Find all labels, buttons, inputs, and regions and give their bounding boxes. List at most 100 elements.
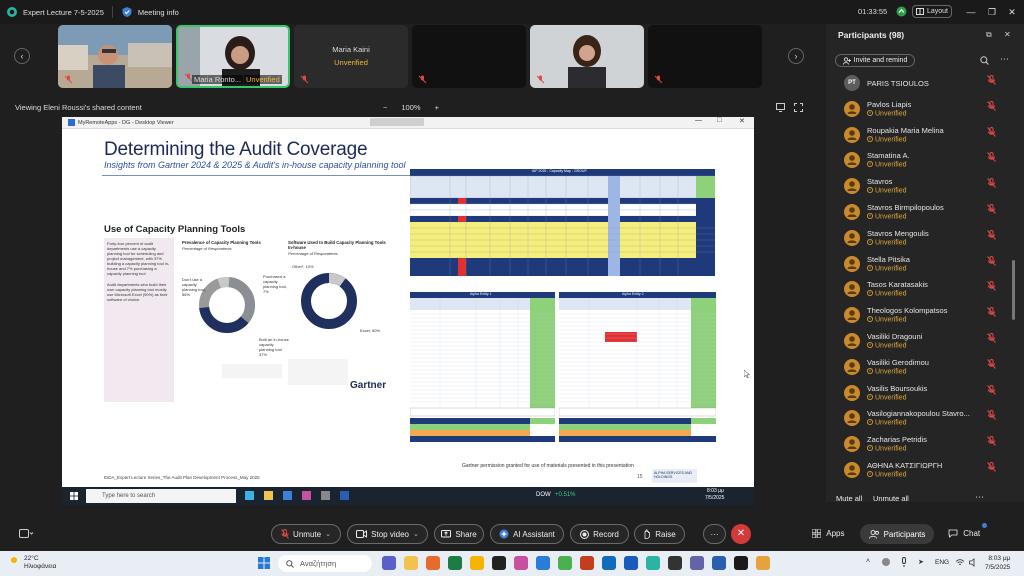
taskbar-clock[interactable]: 8:03 μμ 7/5/2025 xyxy=(985,554,1010,572)
taskbar-search-box[interactable]: Αναζήτηση xyxy=(278,555,372,572)
participant-row[interactable]: Stella Pitsika Unverified xyxy=(836,253,1018,277)
connection-icon[interactable] xyxy=(896,6,907,17)
participant-scrollbar[interactable] xyxy=(1012,260,1015,320)
shield-check-icon[interactable] xyxy=(121,6,133,18)
stop-video-button[interactable]: Stop video ⌄ xyxy=(347,524,428,544)
chevron-down-icon[interactable]: ⌄ xyxy=(325,530,331,538)
mic-muted-icon[interactable] xyxy=(987,178,996,189)
participant-row[interactable]: Stamatina A. Unverified xyxy=(836,149,1018,173)
remote-app-mail-icon[interactable] xyxy=(283,491,292,500)
remote-app-folder-icon[interactable] xyxy=(264,491,273,500)
tray-location-icon[interactable]: ➤ xyxy=(918,558,924,566)
language-indicator[interactable]: ENG xyxy=(935,559,949,566)
word-icon[interactable] xyxy=(624,556,638,570)
powerpoint-icon[interactable] xyxy=(580,556,594,570)
teams-icon[interactable] xyxy=(690,556,704,570)
unmute-button[interactable]: Unmute ⌄ xyxy=(271,524,341,544)
wifi-icon[interactable] xyxy=(955,558,965,567)
participant-row[interactable]: PT PARIS TSIOULOS xyxy=(836,72,1018,96)
panel-close-icon[interactable]: ✕ xyxy=(1004,30,1014,40)
video-tile-3[interactable]: Maria Kaini Unverified xyxy=(294,25,408,88)
webex-taskbar-icon[interactable] xyxy=(646,556,660,570)
chrome-icon[interactable] xyxy=(558,556,572,570)
app-icon-2[interactable] xyxy=(756,556,770,570)
figma-icon[interactable] xyxy=(514,556,528,570)
app-icon[interactable] xyxy=(668,556,682,570)
remote-start-icon[interactable] xyxy=(70,492,78,500)
windows-start-icon[interactable] xyxy=(258,557,270,569)
layout-button[interactable]: Layout xyxy=(912,5,952,18)
mic-muted-icon[interactable] xyxy=(987,436,996,447)
webex-meeting-icon[interactable] xyxy=(734,556,748,570)
remote-app-settings-icon[interactable] xyxy=(321,491,330,500)
ai-assistant-button[interactable]: AI Assistant xyxy=(490,524,564,544)
panel-footer-more-icon[interactable]: ⋯ xyxy=(975,492,984,503)
annotate-icon[interactable] xyxy=(776,103,785,112)
close-icon[interactable]: ✕ xyxy=(1005,5,1019,19)
remote-app-edge-icon[interactable] xyxy=(245,491,254,500)
mic-muted-icon[interactable] xyxy=(987,358,996,369)
zoom-out-button[interactable]: − xyxy=(383,103,387,112)
shared-screen[interactable]: MyRemoteApps - DG - Desktop Viewer — □ ✕… xyxy=(62,117,754,487)
excel-icon[interactable] xyxy=(448,556,462,570)
mic-muted-icon[interactable] xyxy=(987,384,996,395)
video-tile-5[interactable] xyxy=(530,25,644,88)
participant-row[interactable]: ΑΘΗΝΑ ΚΑΤΣΙΓΙΩΡΓΗ Unverified xyxy=(836,459,1018,483)
participant-row[interactable]: Vasilis Boursoukis Unverified xyxy=(836,382,1018,406)
zoom-in-button[interactable]: + xyxy=(435,103,439,112)
mic-muted-icon[interactable] xyxy=(987,100,996,111)
participant-row[interactable]: Roupakia Maria Melina Unverified xyxy=(836,124,1018,148)
raise-hand-button[interactable]: Raise xyxy=(634,524,685,544)
popout-icon[interactable]: ⧉ xyxy=(986,30,996,40)
panel-more-options-icon[interactable]: ⋯ xyxy=(1000,54,1009,65)
outlook-icon[interactable] xyxy=(602,556,616,570)
fullscreen-icon[interactable] xyxy=(794,103,803,112)
weather-widget[interactable]: 22°C Ηλιοφάνεια xyxy=(24,555,56,571)
participant-row[interactable]: Stavros Birmpilopoulos Unverified xyxy=(836,201,1018,225)
terminal-icon[interactable] xyxy=(492,556,506,570)
remote-restore-icon[interactable]: □ xyxy=(717,117,721,124)
participant-row[interactable]: Stavros Mengoulis Unverified xyxy=(836,227,1018,251)
restore-icon[interactable]: ❐ xyxy=(985,5,999,19)
chat-button[interactable]: Chat xyxy=(948,529,980,539)
remote-close-icon[interactable]: ✕ xyxy=(739,117,745,125)
participant-row[interactable]: Pavlos Liapis Unverified xyxy=(836,98,1018,122)
video-strip-next-button[interactable]: › xyxy=(788,48,804,64)
meeting-info-link[interactable]: Meeting info xyxy=(138,8,179,17)
mic-muted-icon[interactable] xyxy=(987,255,996,266)
participant-row[interactable]: Tasos Karatasakis Unverified xyxy=(836,278,1018,302)
more-options-button[interactable]: ··· xyxy=(703,524,726,544)
unmute-all-button[interactable]: Unmute all xyxy=(873,494,909,503)
remote-app-teams-icon[interactable] xyxy=(302,491,311,500)
mic-muted-icon[interactable] xyxy=(987,152,996,163)
video-tile-1[interactable] xyxy=(58,25,172,88)
mic-muted-icon[interactable] xyxy=(987,126,996,137)
record-button[interactable]: Record xyxy=(570,524,629,544)
video-tile-2[interactable]: Maria Ronto... Unverified xyxy=(176,25,290,88)
apps-button[interactable]: Apps xyxy=(812,529,844,539)
mute-all-button[interactable]: Mute all xyxy=(836,494,862,503)
remote-desktop-icon[interactable] xyxy=(712,556,726,570)
tray-mic-icon[interactable] xyxy=(900,557,908,568)
video-strip-prev-button[interactable]: ‹ xyxy=(14,48,30,64)
participant-row[interactable]: Stavros Unverified xyxy=(836,175,1018,199)
remote-toolbar-handle[interactable] xyxy=(370,118,424,126)
video-tile-6[interactable] xyxy=(648,25,762,88)
remote-minimize-icon[interactable]: — xyxy=(695,117,702,124)
invite-and-remind-button[interactable]: Invite and remind xyxy=(835,54,915,67)
sticky-icon[interactable] xyxy=(470,556,484,570)
minimize-icon[interactable]: — xyxy=(964,5,978,19)
remote-app-viewer-icon[interactable] xyxy=(340,491,349,500)
taskview-icon[interactable] xyxy=(382,556,396,570)
firefox-icon[interactable] xyxy=(426,556,440,570)
leave-meeting-button[interactable]: ✕ xyxy=(731,524,751,544)
participant-row[interactable]: Vasilogiannakopoulou Stavro... Unverified xyxy=(836,407,1018,431)
mic-muted-icon[interactable] xyxy=(987,333,996,343)
chevron-down-icon[interactable]: ⌄ xyxy=(413,530,419,538)
share-button[interactable]: Share xyxy=(434,524,484,544)
edge-icon[interactable] xyxy=(536,556,550,570)
video-tile-4[interactable] xyxy=(412,25,526,88)
tray-expand-icon[interactable]: ˄ xyxy=(866,558,870,565)
participant-row[interactable]: Vasiliki Gerodimou Unverified xyxy=(836,356,1018,380)
file-explorer-icon[interactable] xyxy=(404,556,418,570)
